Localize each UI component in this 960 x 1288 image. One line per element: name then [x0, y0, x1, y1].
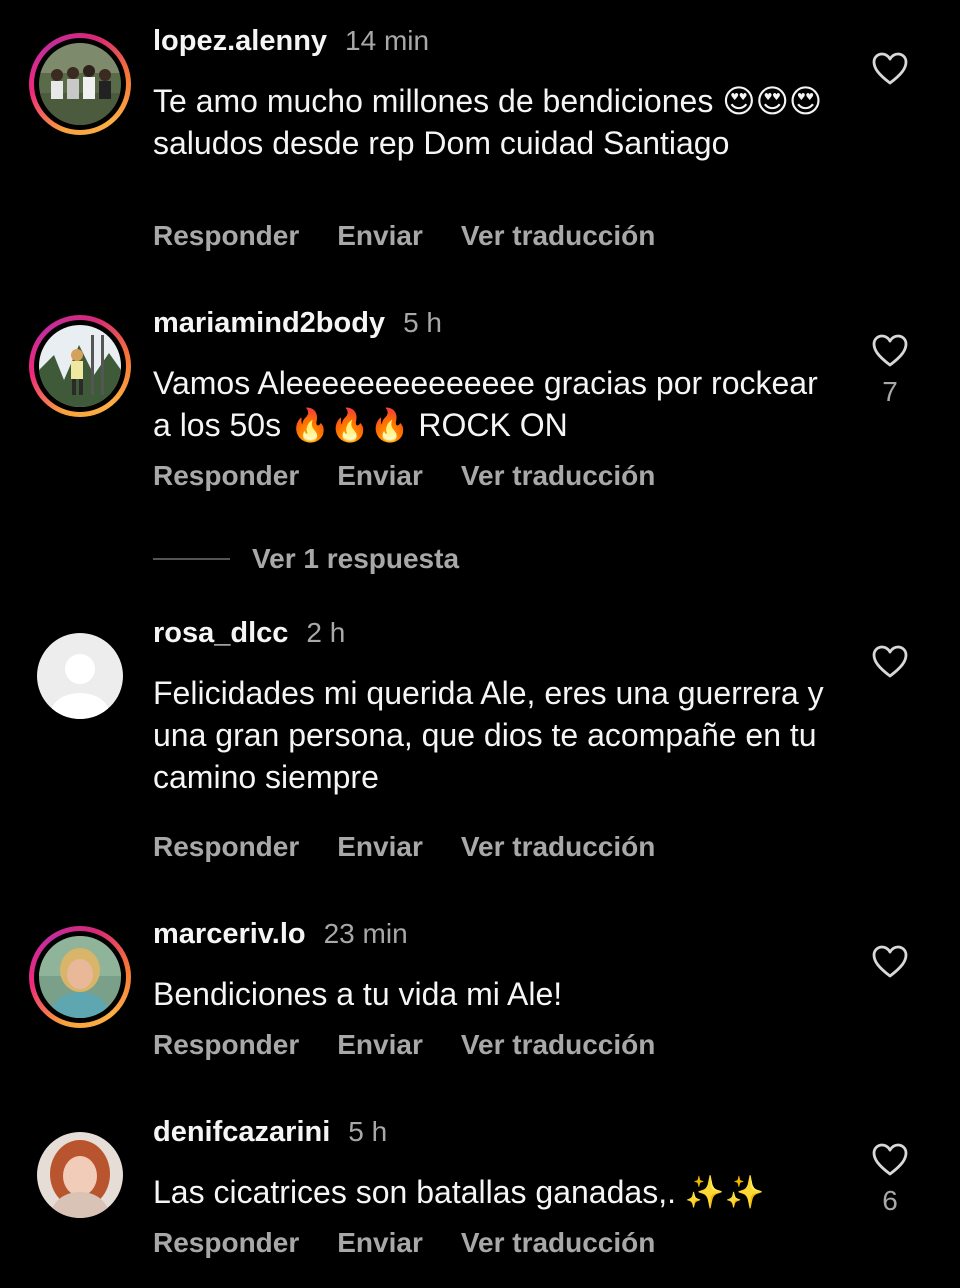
translate-button[interactable]: Ver traducción	[461, 1029, 656, 1061]
translate-button[interactable]: Ver traducción	[461, 460, 656, 492]
avatar[interactable]	[29, 33, 131, 135]
username[interactable]: lopez.alenny	[153, 25, 327, 58]
translate-button[interactable]: Ver traducción	[461, 1227, 656, 1259]
comment-header: denifcazarini 5 h	[153, 1116, 387, 1156]
like-count: 7	[882, 376, 898, 407]
send-button[interactable]: Enviar	[337, 460, 423, 492]
comment-actions: Responder Enviar Ver traducción	[153, 831, 693, 863]
divider	[153, 558, 230, 560]
heart-outline-icon	[872, 334, 908, 367]
avatar[interactable]	[29, 926, 131, 1028]
send-button[interactable]: Enviar	[337, 831, 423, 863]
timestamp: 2 h	[306, 617, 346, 648]
like-button[interactable]: 6	[866, 1143, 914, 1217]
comment-text: Felicidades mi querida Ale, eres una gue…	[153, 675, 824, 795]
like-button[interactable]	[866, 645, 914, 679]
send-button[interactable]: Enviar	[337, 1227, 423, 1259]
comment-header: mariamind2body 5 h	[153, 307, 442, 347]
heart-outline-icon	[872, 52, 908, 85]
reply-button[interactable]: Responder	[153, 831, 299, 863]
username[interactable]: mariamind2body	[153, 307, 385, 340]
comment-text: Te amo mucho millones de bendiciones 😍😍😍…	[153, 83, 823, 161]
translate-button[interactable]: Ver traducción	[461, 831, 656, 863]
timestamp: 14 min	[345, 25, 430, 56]
view-replies-label: Ver 1 respuesta	[252, 543, 460, 574]
reply-button[interactable]: Responder	[153, 1227, 299, 1259]
reply-button[interactable]: Responder	[153, 460, 299, 492]
comment-header: marceriv.lo 23 min	[153, 918, 408, 958]
timestamp: 5 h	[403, 307, 442, 338]
comment-text: Vamos Aleeeeeeeeeeeeee gracias por rocke…	[153, 365, 818, 443]
view-replies-button[interactable]: Ver 1 respuesta	[153, 543, 459, 575]
avatar[interactable]	[37, 1132, 123, 1218]
avatar[interactable]	[29, 315, 131, 417]
comment-header: lopez.alenny 14 min	[153, 25, 429, 65]
comment-actions: Responder Enviar Ver traducción	[153, 220, 693, 252]
comment-actions: Responder Enviar Ver traducción	[153, 460, 693, 492]
username[interactable]: denifcazarini	[153, 1116, 330, 1149]
comment-actions: Responder Enviar Ver traducción	[153, 1029, 693, 1061]
send-button[interactable]: Enviar	[337, 220, 423, 252]
send-button[interactable]: Enviar	[337, 1029, 423, 1061]
comment-actions: Responder Enviar Ver traducción	[153, 1227, 693, 1259]
heart-outline-icon	[872, 645, 908, 678]
comment-text: Las cicatrices son batallas ganadas,. ✨✨	[153, 1174, 765, 1210]
timestamp: 5 h	[348, 1116, 388, 1147]
reply-button[interactable]: Responder	[153, 220, 299, 252]
heart-outline-icon	[872, 945, 908, 978]
like-count: 6	[882, 1185, 898, 1216]
comment-header: rosa_dlcc 2 h	[153, 617, 345, 657]
reply-button[interactable]: Responder	[153, 1029, 299, 1061]
like-button[interactable]: 7	[866, 334, 914, 408]
timestamp: 23 min	[323, 918, 408, 949]
avatar[interactable]	[37, 633, 123, 719]
default-user-icon	[37, 633, 123, 719]
heart-outline-icon	[872, 1143, 908, 1176]
like-button[interactable]	[866, 52, 914, 86]
comment-text: Bendiciones a tu vida mi Ale!	[153, 976, 563, 1012]
username[interactable]: marceriv.lo	[153, 918, 306, 951]
translate-button[interactable]: Ver traducción	[461, 220, 656, 252]
username[interactable]: rosa_dlcc	[153, 617, 288, 650]
like-button[interactable]	[866, 945, 914, 979]
